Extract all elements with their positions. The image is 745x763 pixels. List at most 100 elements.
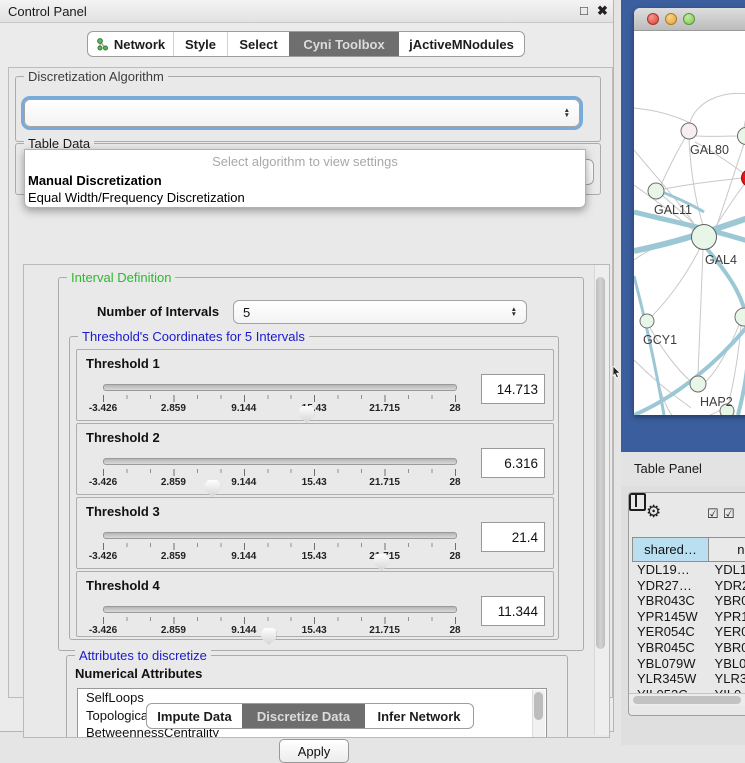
tab-discretize-data[interactable]: Discretize Data xyxy=(242,704,364,728)
table-row[interactable]: YDR27…YDR2 xyxy=(632,578,745,594)
node-gal80[interactable] xyxy=(681,123,697,139)
tab-jactivemnodules[interactable]: jActiveMNodules xyxy=(398,32,524,56)
cell[interactable]: YBR043C xyxy=(632,593,709,609)
discretization-algorithm-group-label: Discretization Algorithm xyxy=(24,69,168,84)
table-panel-title: Table Panel xyxy=(634,461,702,476)
interval-definition-group: Interval Definition Number of Intervals … xyxy=(58,277,584,651)
slider-major-ticks xyxy=(103,395,457,402)
cell[interactable]: YDL19… xyxy=(632,562,709,578)
checkbox-icon[interactable]: ☑ xyxy=(707,506,719,522)
tick-label: 2.859 xyxy=(161,403,186,414)
scrollbar-thumb[interactable] xyxy=(534,692,543,720)
attributes-list-scrollbar[interactable] xyxy=(532,690,545,738)
table-row[interactable]: YBR043CYBR0 xyxy=(632,593,745,609)
cell[interactable]: YDR27… xyxy=(632,578,709,594)
node-ga[interactable] xyxy=(738,128,745,145)
tick-label: 2.859 xyxy=(161,551,186,562)
threshold-1-slider-thumb[interactable] xyxy=(299,406,314,423)
apply-button[interactable]: Apply xyxy=(279,739,349,763)
tick-label: 28 xyxy=(449,477,460,488)
tab-select[interactable]: Select xyxy=(227,32,289,56)
cell[interactable]: YLR345W xyxy=(632,671,709,687)
tab-network-label: Network xyxy=(114,37,165,52)
zoom-traffic-light[interactable] xyxy=(683,13,695,25)
tab-infer-network[interactable]: Infer Network xyxy=(364,704,473,728)
thresholds-group: Threshold's Coordinates for 5 Intervals … xyxy=(69,336,559,640)
tick-label: 15.43 xyxy=(302,625,327,636)
column-header-name[interactable]: name xyxy=(709,537,745,562)
table-row[interactable]: YBR045CYBR0 xyxy=(632,640,745,656)
table-row[interactable]: YBL079WYBL0 xyxy=(632,656,745,672)
number-of-intervals-label: Number of Intervals xyxy=(97,304,219,319)
threshold-4-slider-thumb[interactable] xyxy=(261,628,276,645)
threshold-4-row: Threshold 4 -3.426 2.859 9.144 15.43 21.… xyxy=(76,571,554,637)
tick-label: -3.426 xyxy=(89,551,117,562)
threshold-4-value-field[interactable]: 11.344 xyxy=(481,596,545,626)
threshold-1-slider-track[interactable] xyxy=(103,384,457,391)
network-view-window[interactable]: GAL80 GA C GAL11 GAL4 GCY1 H HAP2 xyxy=(634,8,745,415)
threshold-3-slider-track[interactable] xyxy=(103,532,457,539)
cell[interactable]: YDR2 xyxy=(709,578,745,594)
tab-impute-data[interactable]: Impute Data xyxy=(147,704,242,728)
minimize-traffic-light[interactable] xyxy=(665,13,677,25)
cell[interactable]: YBR0 xyxy=(709,640,745,656)
close-window-icon[interactable]: ✖ xyxy=(597,3,608,19)
table-row[interactable]: YLR345WYLR3 xyxy=(632,671,745,687)
table-row[interactable]: YPR145WYPR1 xyxy=(632,609,745,625)
cell[interactable]: YDL1 xyxy=(709,562,745,578)
tab-jactivemnodules-label: jActiveMNodules xyxy=(409,37,514,52)
close-traffic-light[interactable] xyxy=(647,13,659,25)
tab-network[interactable]: Network xyxy=(88,32,173,56)
algorithm-combobox[interactable]: ▲▼ xyxy=(24,99,580,127)
tab-impute-data-label: Impute Data xyxy=(157,709,231,724)
cell[interactable]: YBL0 xyxy=(709,656,745,672)
scrollbar-thumb[interactable] xyxy=(633,696,741,704)
node-gal11[interactable] xyxy=(648,183,664,199)
threshold-2-value-field[interactable]: 6.316 xyxy=(481,448,545,478)
slider-scale-labels: -3.426 2.859 9.144 15.43 21.715 28 xyxy=(103,625,455,637)
cell[interactable]: YBR045C xyxy=(632,640,709,656)
gear-icon[interactable]: ⚙ xyxy=(646,502,661,522)
threshold-2-slider-thumb[interactable] xyxy=(205,480,220,497)
node-gcy1[interactable] xyxy=(640,314,654,328)
cell[interactable]: YER054C xyxy=(632,624,709,640)
threshold-1-value-field[interactable]: 14.713 xyxy=(481,374,545,404)
threshold-4-slider-track[interactable] xyxy=(103,606,457,613)
network-window-titlebar[interactable] xyxy=(634,8,745,31)
cyni-toolbox-panel: Discretization Algorithm ▲▼ Select algor… xyxy=(8,67,613,698)
algorithm-option-manual[interactable]: Manual Discretization xyxy=(25,173,585,190)
threshold-2-slider-track[interactable] xyxy=(103,458,457,465)
algorithm-option-equal-width[interactable]: Equal Width/Frequency Discretization xyxy=(25,190,585,207)
cell[interactable]: YBL079W xyxy=(632,656,709,672)
network-graph-canvas[interactable]: GAL80 GA C GAL11 GAL4 GCY1 H HAP2 xyxy=(634,30,745,415)
cell[interactable]: YER0 xyxy=(709,624,745,640)
node-h[interactable] xyxy=(735,308,745,326)
interval-definition-label: Interval Definition xyxy=(67,270,175,285)
threshold-3-row: Threshold 3 -3.426 2.859 9.144 15.43 21.… xyxy=(76,497,554,569)
table-horizontal-scrollbar[interactable] xyxy=(629,693,745,706)
scrollbar-thumb[interactable] xyxy=(596,277,605,649)
settings-vertical-scrollbar[interactable] xyxy=(594,265,609,735)
threshold-3-value-field[interactable]: 21.4 xyxy=(481,522,545,552)
tab-cyni-toolbox[interactable]: Cyni Toolbox xyxy=(289,32,398,56)
threshold-1-label: Threshold 1 xyxy=(86,356,160,371)
cell[interactable]: YBR0 xyxy=(709,593,745,609)
cell[interactable]: YLR3 xyxy=(709,671,745,687)
column-header-shared-name[interactable]: shared… xyxy=(632,537,709,562)
checkbox-icon[interactable]: ☑ xyxy=(723,506,735,522)
threshold-2-label: Threshold 2 xyxy=(86,430,160,445)
control-panel-window: Control Panel □ ✖ Network Style Select C… xyxy=(0,0,614,732)
threshold-3-slider-thumb[interactable] xyxy=(374,554,389,571)
table-row[interactable]: YER054CYER0 xyxy=(632,624,745,640)
cell[interactable]: YPR1 xyxy=(709,609,745,625)
tab-style[interactable]: Style xyxy=(173,32,227,56)
columns-icon[interactable] xyxy=(629,493,646,511)
screenshot-root: Control Panel □ ✖ Network Style Select C… xyxy=(0,0,745,745)
table-row[interactable]: YDL19…YDL1 xyxy=(632,562,745,578)
label-gal80: GAL80 xyxy=(690,143,729,157)
float-window-icon[interactable]: □ xyxy=(580,3,588,18)
node-hap2[interactable] xyxy=(690,376,706,392)
node-gal4[interactable] xyxy=(692,225,717,250)
number-of-intervals-combobox[interactable]: 5 ▲▼ xyxy=(233,300,527,324)
cell[interactable]: YPR145W xyxy=(632,609,709,625)
